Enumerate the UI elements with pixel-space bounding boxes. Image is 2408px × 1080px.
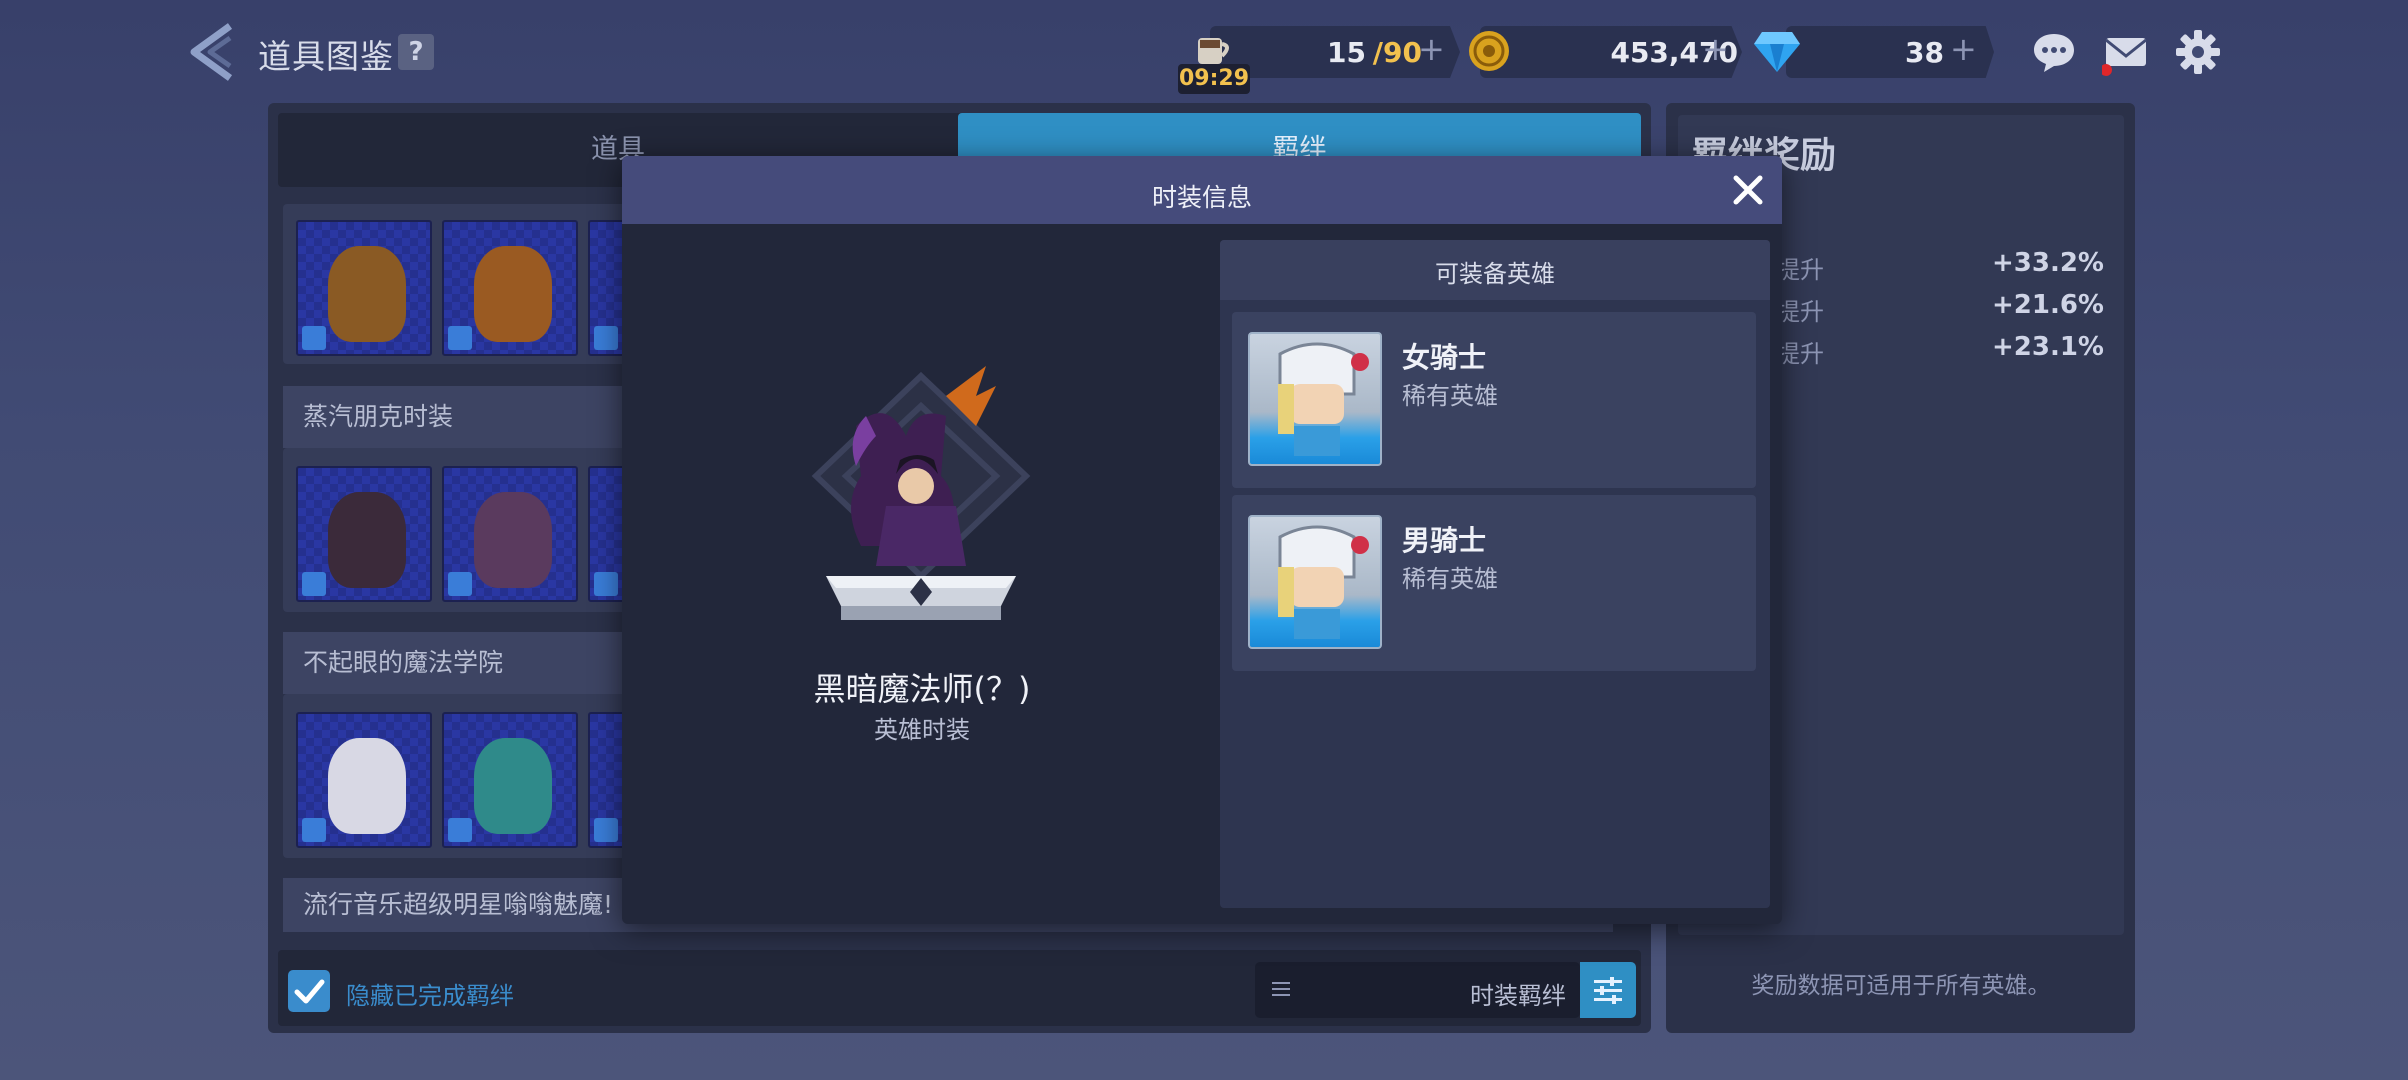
- costume-preview: [811, 366, 1031, 620]
- stat-label: 提升: [1776, 298, 1824, 326]
- hide-completed-checkbox[interactable]: [288, 970, 330, 1012]
- stamina-timer: 09:29: [1178, 64, 1250, 94]
- knight-avatar-icon: [1278, 525, 1369, 639]
- gold-coin-icon: [1469, 31, 1509, 71]
- costume-name: 黑暗魔法师(？): [813, 670, 1031, 708]
- mail-icon[interactable]: [2102, 28, 2150, 76]
- gold-add-button[interactable]: +: [1702, 30, 1729, 68]
- hero-rarity: 稀有英雄: [1402, 382, 1498, 410]
- stat-value: +21.6%: [1992, 290, 2104, 320]
- stat-label: 提升: [1776, 256, 1824, 284]
- filter-button[interactable]: [1580, 962, 1636, 1018]
- costume-thumb[interactable]: [442, 712, 578, 848]
- costume-thumb[interactable]: [296, 712, 432, 848]
- modal-title: 时装信息: [1151, 183, 1252, 212]
- gem-amount: 38: [1905, 36, 1944, 69]
- gem-add-button[interactable]: +: [1950, 30, 1977, 68]
- stat-label: 提升: [1776, 340, 1824, 368]
- sort-label: 时装羁绊: [1470, 982, 1566, 1010]
- back-arrow-icon[interactable]: [186, 22, 238, 82]
- stat-value: +33.2%: [1992, 248, 2104, 278]
- costume-thumb[interactable]: [296, 220, 432, 356]
- stamina-max: /90: [1372, 36, 1422, 69]
- knight-avatar-icon: [1278, 342, 1369, 456]
- close-icon[interactable]: [1728, 170, 1768, 210]
- chat-bubble-icon[interactable]: [2030, 28, 2078, 76]
- costume-thumb[interactable]: [442, 220, 578, 356]
- hide-completed-label: 隐藏已完成羁绊: [346, 982, 514, 1010]
- hero-name: 男骑士: [1402, 524, 1487, 557]
- blue-diamond-icon: [1754, 32, 1800, 72]
- costume-thumb[interactable]: [296, 466, 432, 602]
- costume-type: 英雄时装: [874, 716, 970, 744]
- hero-portrait: [1248, 515, 1382, 649]
- stat-value: +23.1%: [1992, 332, 2104, 362]
- hero-name: 女骑士: [1402, 341, 1487, 374]
- settings-gear-icon[interactable]: [2174, 28, 2222, 76]
- hero-list-title: 可装备英雄: [1435, 260, 1555, 288]
- stamina-add-button[interactable]: +: [1418, 30, 1445, 68]
- filter-sliders-icon: [1594, 977, 1622, 1004]
- stamina-current: 15: [1327, 36, 1366, 69]
- costume-thumb[interactable]: [442, 466, 578, 602]
- list-icon: [1272, 982, 1290, 996]
- checkmark-icon: [294, 979, 325, 1004]
- help-button[interactable]: ?: [398, 34, 434, 70]
- page-title: 道具图鉴: [258, 37, 394, 76]
- hero-portrait: [1248, 332, 1382, 466]
- hero-rarity: 稀有英雄: [1402, 565, 1498, 593]
- bond-reward-note: 奖励数据可适用于所有英雄。: [1751, 973, 2051, 999]
